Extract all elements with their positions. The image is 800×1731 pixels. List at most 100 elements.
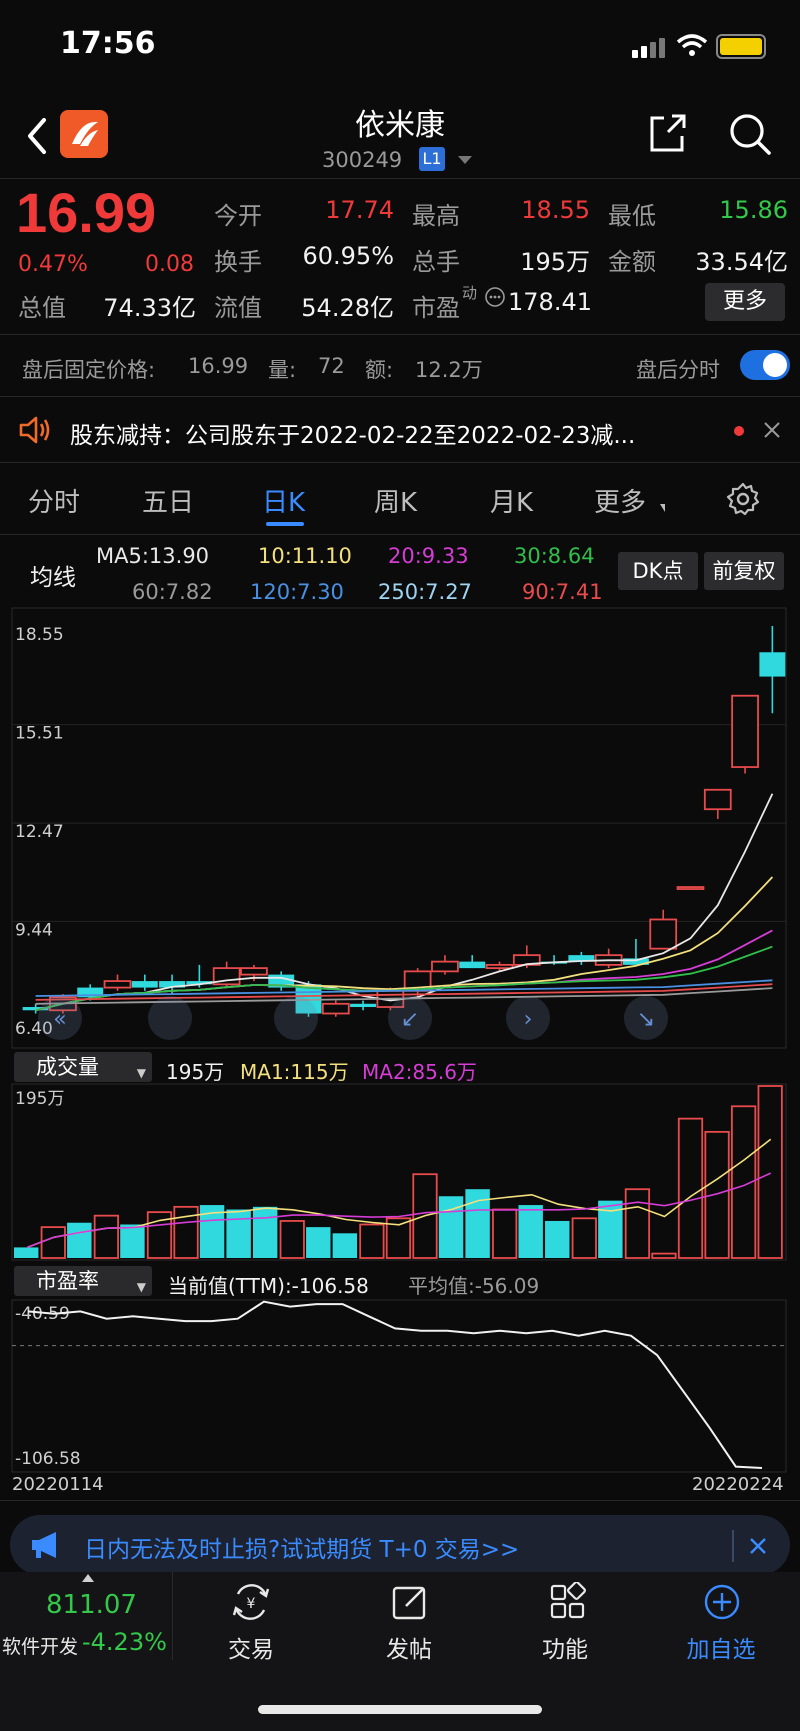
share-icon[interactable] xyxy=(646,112,688,154)
dk-point-button[interactable]: DK点 xyxy=(618,552,698,590)
chevrons-left-icon[interactable]: « xyxy=(38,996,82,1040)
open-value: 17.74 xyxy=(325,196,394,224)
volume-bar xyxy=(40,1226,66,1259)
ma90-label: 90:7.41 xyxy=(522,580,603,604)
volume-bar xyxy=(14,1247,39,1258)
pe-chart[interactable]: -40.59-106.58 xyxy=(0,1298,800,1474)
promo-close-icon[interactable] xyxy=(748,1536,768,1556)
close-icon[interactable] xyxy=(762,420,782,440)
index-value[interactable]: 811.07 xyxy=(46,1590,137,1620)
tab-more[interactable]: 更多 xyxy=(594,482,646,519)
total-volume-label: 总手 xyxy=(412,248,460,276)
info-dots-icon[interactable] xyxy=(484,286,506,308)
gear-icon[interactable] xyxy=(726,482,760,516)
cellular-signal-icon xyxy=(632,36,668,58)
volume-bar xyxy=(67,1222,92,1258)
level-badge: L1 xyxy=(419,147,445,171)
nav-functions[interactable]: 功能 xyxy=(505,1630,625,1664)
search-icon[interactable] xyxy=(728,112,772,156)
after-hours-price-label: 盘后固定价格: xyxy=(22,358,156,382)
volume-bar xyxy=(492,1208,518,1259)
kline-tick-label: 15.51 xyxy=(15,724,64,744)
nav-glyph: « xyxy=(53,1007,66,1032)
functions-icon[interactable] xyxy=(548,1582,588,1622)
float-cap-value: 54.28亿 xyxy=(301,294,394,322)
volume-bar xyxy=(359,1223,385,1259)
trade-icon[interactable]: ¥ xyxy=(230,1582,272,1622)
active-tab-indicator xyxy=(266,522,304,526)
high-label: 最高 xyxy=(412,202,460,230)
zoom-out-icon[interactable]: ↙ xyxy=(388,996,432,1040)
promo-text[interactable]: 日内无法及时止损?试试期货 T+0 交易>> xyxy=(84,1530,519,1564)
volume-bar xyxy=(438,1196,464,1258)
volume-bar xyxy=(545,1220,570,1258)
volume-select-label: 成交量 xyxy=(36,1055,99,1079)
kline-candle-body xyxy=(321,1002,350,1015)
pe-current-value: 当前值(TTM):-106.58 xyxy=(168,1274,369,1298)
nav-add-watchlist[interactable]: 加自选 xyxy=(661,1630,781,1664)
kline-candle-body xyxy=(103,980,132,989)
battery-icon xyxy=(716,34,766,59)
speaker-icon xyxy=(19,416,50,444)
volume-bar xyxy=(677,1117,704,1259)
kline-chart[interactable]: 18.5515.5112.479.446.40 «↙ › ↘ xyxy=(0,606,800,1050)
tab-daily-k[interactable]: 日K xyxy=(262,482,305,519)
index-name: 软件开发 xyxy=(2,1636,79,1658)
pe-indicator-select[interactable]: 市盈率 ▼ xyxy=(14,1266,152,1296)
volume-bar xyxy=(704,1130,730,1259)
nav-post[interactable]: 发帖 xyxy=(349,1630,469,1664)
amount-label: 金额 xyxy=(608,248,656,276)
expand-icon[interactable]: ↘ xyxy=(624,996,668,1040)
kline-tick-label: 18.55 xyxy=(15,625,64,645)
ma120-label: 120:7.30 xyxy=(250,580,344,604)
pe-axis-bottom: -106.58 xyxy=(15,1449,81,1469)
market-cap-value: 74.33亿 xyxy=(103,294,196,322)
tab-weekly-k[interactable]: 周K xyxy=(374,482,417,519)
index-change: -4.23% xyxy=(82,1628,167,1656)
nav-dot-icon[interactable] xyxy=(274,996,318,1040)
chevron-down-icon[interactable] xyxy=(458,156,472,164)
nav-trade[interactable]: 交易 xyxy=(191,1630,311,1664)
volume-bar xyxy=(571,1217,597,1259)
open-label: 今开 xyxy=(214,202,262,230)
change-percent: 0.47% xyxy=(18,252,88,277)
post-icon[interactable] xyxy=(390,1582,430,1622)
ma60-label: 60:7.82 xyxy=(132,580,213,604)
after-hours-toggle[interactable] xyxy=(740,350,790,380)
turnover-value: 60.95% xyxy=(302,242,394,270)
after-hours-volume-label: 量: xyxy=(268,358,297,382)
kline-candle-body xyxy=(703,788,732,811)
volume-bar xyxy=(226,1209,251,1258)
after-hours-toggle-label: 盘后分时 xyxy=(636,358,720,382)
svg-text:¥: ¥ xyxy=(247,1596,256,1612)
stock-code[interactable]: 300249 xyxy=(322,148,402,172)
low-value: 15.86 xyxy=(719,196,788,224)
volume-indicator-select[interactable]: 成交量 ▼ xyxy=(14,1052,152,1082)
change-amount: 0.08 xyxy=(145,252,194,277)
more-button[interactable]: 更多 xyxy=(705,283,785,321)
kline-candle-body xyxy=(131,981,158,988)
pe-frame xyxy=(11,1299,787,1473)
volume-chart[interactable]: 195万 xyxy=(0,1082,800,1262)
float-cap-label: 流值 xyxy=(214,294,262,322)
tab-intraday[interactable]: 分时 xyxy=(28,482,80,519)
volume-ma1: MA1:115万 xyxy=(240,1060,349,1084)
tab-more-caret xyxy=(660,504,665,512)
nav-dot-icon[interactable] xyxy=(148,996,192,1040)
market-cap-label: 总值 xyxy=(18,294,66,322)
news-ticker[interactable]: 股东减持：公司股东于2022-02-22至2022-02-23减... xyxy=(70,416,720,450)
tab-monthly-k[interactable]: 月K xyxy=(490,482,533,519)
volume-bar xyxy=(332,1233,358,1258)
ma20-label: 20:9.33 xyxy=(388,544,469,568)
nav-glyph: ↘ xyxy=(637,1007,655,1032)
chevron-right-icon[interactable]: › xyxy=(506,996,550,1040)
add-watchlist-icon[interactable] xyxy=(702,1582,742,1622)
kline-candle-body xyxy=(485,963,514,970)
nav-glyph: ↙ xyxy=(401,1007,419,1032)
after-hours-price: 16.99 xyxy=(188,354,249,378)
amount-value: 33.54亿 xyxy=(695,248,788,276)
tab-five-day[interactable]: 五日 xyxy=(142,482,194,519)
status-time: 17:56 xyxy=(60,26,156,61)
price-adjust-button[interactable]: 前复权 xyxy=(704,552,784,590)
pe-line xyxy=(27,1300,763,1469)
